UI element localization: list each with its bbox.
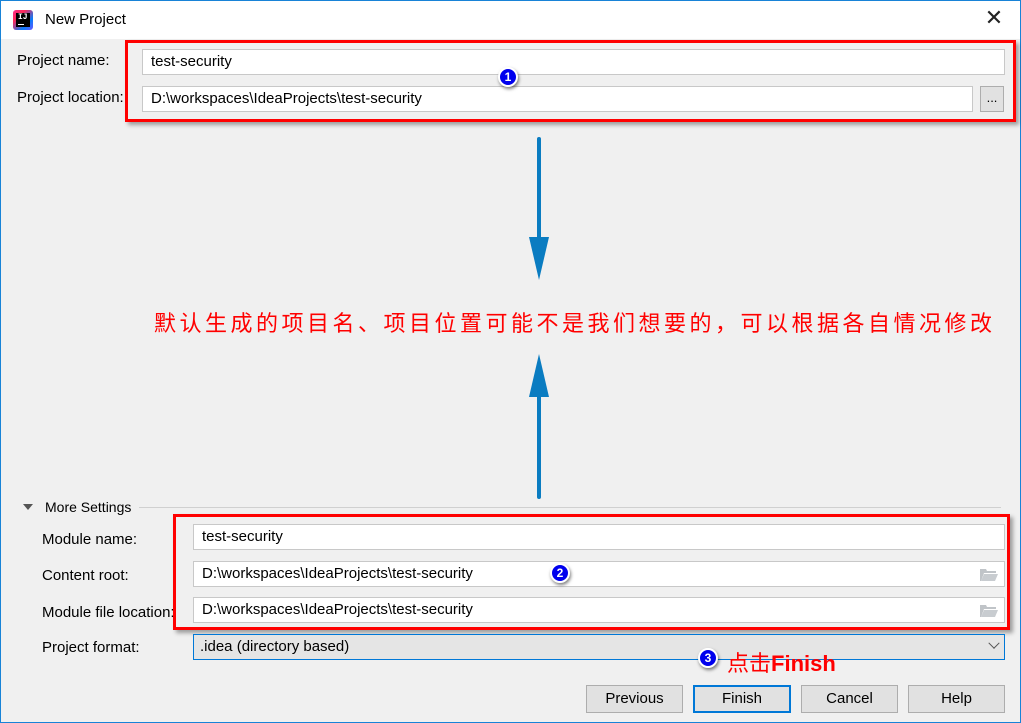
help-button[interactable]: Help [908, 685, 1005, 713]
annotation-finish-word: Finish [771, 651, 836, 676]
project-location-input[interactable]: D:\workspaces\IdeaProjects\test-security [142, 86, 973, 112]
arrow-up-icon [529, 354, 549, 499]
chevron-down-icon [988, 637, 1000, 649]
separator [139, 507, 1001, 508]
module-file-location-label: Module file location: [42, 604, 175, 621]
module-file-location-value: D:\workspaces\IdeaProjects\test-security [202, 601, 473, 618]
content-root-value: D:\workspaces\IdeaProjects\test-security [202, 565, 473, 582]
annotation-center-note: 默认生成的项目名、项目位置可能不是我们想要的，可以根据各自情况修改 [154, 312, 996, 337]
project-format-label: Project format: [42, 639, 140, 656]
more-settings-label: More Settings [45, 499, 132, 515]
annotation-click-prefix: 点击 [727, 652, 772, 677]
window-title: New Project [45, 11, 126, 28]
title-bar: IJ New Project ✕ [1, 1, 1020, 39]
folder-icon[interactable] [980, 604, 998, 617]
intellij-idea-icon: IJ [13, 10, 33, 30]
project-location-label: Project location: [17, 89, 124, 106]
content-root-label: Content root: [42, 567, 129, 584]
module-name-input[interactable]: test-security [193, 524, 1005, 550]
module-file-location-input[interactable]: D:\workspaces\IdeaProjects\test-security [193, 597, 1005, 623]
folder-icon[interactable] [980, 568, 998, 581]
collapse-triangle-icon [23, 504, 33, 510]
step-badge-3: 3 [698, 648, 718, 668]
arrow-down-icon [529, 137, 549, 280]
cancel-button[interactable]: Cancel [801, 685, 898, 713]
annotation-click-finish: 点击Finish [727, 646, 836, 678]
browse-location-button[interactable]: ... [980, 86, 1004, 112]
step-badge-2: 2 [550, 563, 570, 583]
finish-button[interactable]: Finish [693, 685, 791, 713]
content-root-input[interactable]: D:\workspaces\IdeaProjects\test-security [193, 561, 1005, 587]
module-name-label: Module name: [42, 531, 138, 548]
project-name-label: Project name: [17, 52, 110, 69]
step-badge-1: 1 [498, 67, 518, 87]
more-settings-toggle[interactable]: More Settings [21, 499, 131, 515]
project-name-input[interactable]: test-security [142, 49, 1005, 75]
project-format-value: .idea (directory based) [200, 638, 350, 655]
new-project-dialog: IJ New Project ✕ Project name: test-secu… [0, 0, 1021, 723]
previous-button[interactable]: Previous [586, 685, 683, 713]
project-format-select[interactable]: .idea (directory based) [193, 634, 1005, 660]
close-icon[interactable]: ✕ [982, 7, 1006, 31]
